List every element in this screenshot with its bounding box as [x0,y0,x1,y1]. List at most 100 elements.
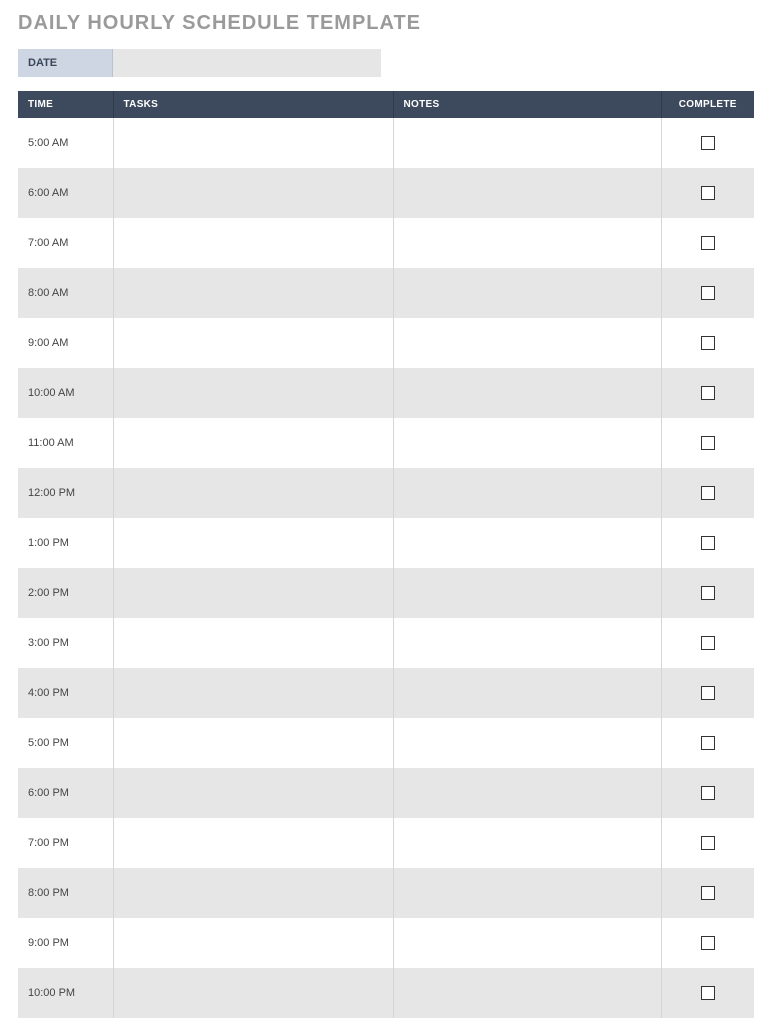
tasks-cell[interactable] [113,318,393,368]
checkbox-icon[interactable] [701,336,715,350]
page-title: DAILY HOURLY SCHEDULE TEMPLATE [18,12,754,35]
table-row: 10:00 AM [18,368,754,418]
time-cell: 11:00 AM [18,418,113,468]
tasks-cell[interactable] [113,368,393,418]
notes-cell[interactable] [393,368,661,418]
checkbox-icon[interactable] [701,886,715,900]
tasks-cell[interactable] [113,168,393,218]
notes-cell[interactable] [393,468,661,518]
table-row: 2:00 PM [18,568,754,618]
checkbox-icon[interactable] [701,586,715,600]
tasks-cell[interactable] [113,568,393,618]
time-cell: 9:00 AM [18,318,113,368]
header-time: TIME [18,91,113,118]
checkbox-icon[interactable] [701,736,715,750]
notes-cell[interactable] [393,268,661,318]
notes-cell[interactable] [393,518,661,568]
notes-cell[interactable] [393,918,661,968]
checkbox-icon[interactable] [701,536,715,550]
notes-cell[interactable] [393,218,661,268]
time-cell: 10:00 PM [18,968,113,1018]
checkbox-icon[interactable] [701,636,715,650]
table-row: 3:00 PM [18,618,754,668]
time-cell: 10:00 AM [18,368,113,418]
complete-cell [661,468,754,518]
time-cell: 8:00 PM [18,868,113,918]
table-row: 9:00 AM [18,318,754,368]
time-cell: 6:00 AM [18,168,113,218]
notes-cell[interactable] [393,718,661,768]
checkbox-icon[interactable] [701,936,715,950]
checkbox-icon[interactable] [701,786,715,800]
tasks-cell[interactable] [113,618,393,668]
complete-cell [661,918,754,968]
tasks-cell[interactable] [113,918,393,968]
checkbox-icon[interactable] [701,186,715,200]
checkbox-icon[interactable] [701,386,715,400]
complete-cell [661,668,754,718]
date-field[interactable] [113,49,381,77]
checkbox-icon[interactable] [701,686,715,700]
table-row: 5:00 PM [18,718,754,768]
checkbox-icon[interactable] [701,986,715,1000]
complete-cell [661,518,754,568]
notes-cell[interactable] [393,418,661,468]
tasks-cell[interactable] [113,468,393,518]
time-cell: 4:00 PM [18,668,113,718]
table-row: 7:00 PM [18,818,754,868]
notes-cell[interactable] [393,568,661,618]
complete-cell [661,818,754,868]
table-row: 1:00 PM [18,518,754,568]
notes-cell[interactable] [393,968,661,1018]
tasks-cell[interactable] [113,418,393,468]
tasks-cell[interactable] [113,668,393,718]
checkbox-icon[interactable] [701,236,715,250]
tasks-cell[interactable] [113,768,393,818]
checkbox-icon[interactable] [701,486,715,500]
complete-cell [661,618,754,668]
tasks-cell[interactable] [113,968,393,1018]
time-cell: 5:00 AM [18,118,113,168]
time-cell: 12:00 PM [18,468,113,518]
table-row: 9:00 PM [18,918,754,968]
complete-cell [661,418,754,468]
checkbox-icon[interactable] [701,836,715,850]
complete-cell [661,868,754,918]
tasks-cell[interactable] [113,268,393,318]
complete-cell [661,968,754,1018]
notes-cell[interactable] [393,668,661,718]
header-complete: COMPLETE [661,91,754,118]
notes-cell[interactable] [393,118,661,168]
tasks-cell[interactable] [113,118,393,168]
header-notes: NOTES [393,91,661,118]
notes-cell[interactable] [393,818,661,868]
table-row: 12:00 PM [18,468,754,518]
time-cell: 1:00 PM [18,518,113,568]
schedule-table: TIME TASKS NOTES COMPLETE 5:00 AM6:00 AM… [18,91,754,1018]
notes-cell[interactable] [393,768,661,818]
tasks-cell[interactable] [113,818,393,868]
time-cell: 8:00 AM [18,268,113,318]
complete-cell [661,118,754,168]
time-cell: 3:00 PM [18,618,113,668]
tasks-cell[interactable] [113,718,393,768]
checkbox-icon[interactable] [701,286,715,300]
notes-cell[interactable] [393,868,661,918]
time-cell: 5:00 PM [18,718,113,768]
checkbox-icon[interactable] [701,136,715,150]
tasks-cell[interactable] [113,868,393,918]
checkbox-icon[interactable] [701,436,715,450]
table-row: 11:00 AM [18,418,754,468]
complete-cell [661,368,754,418]
notes-cell[interactable] [393,168,661,218]
time-cell: 7:00 PM [18,818,113,868]
complete-cell [661,568,754,618]
notes-cell[interactable] [393,318,661,368]
table-row: 4:00 PM [18,668,754,718]
complete-cell [661,718,754,768]
notes-cell[interactable] [393,618,661,668]
tasks-cell[interactable] [113,518,393,568]
table-row: 5:00 AM [18,118,754,168]
tasks-cell[interactable] [113,218,393,268]
table-row: 10:00 PM [18,968,754,1018]
